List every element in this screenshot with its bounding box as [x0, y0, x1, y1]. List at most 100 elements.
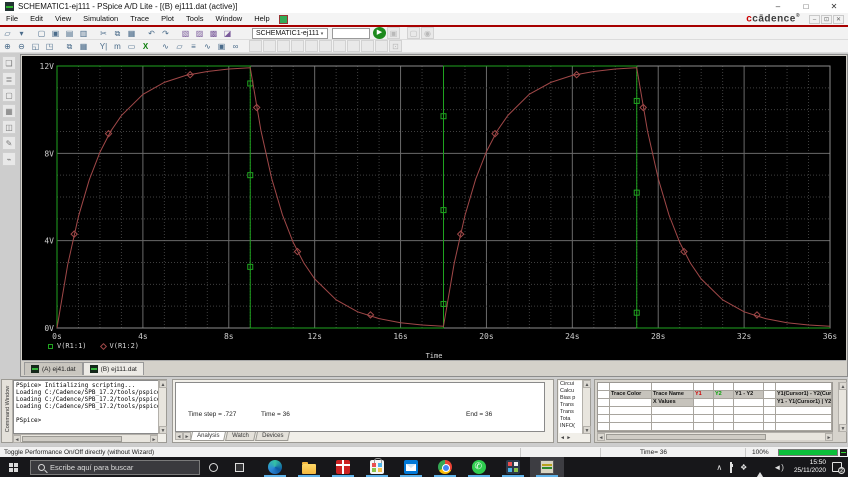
window-icon[interactable]: ◫ — [2, 120, 16, 134]
chrome-taskbar-button[interactable] — [428, 457, 462, 477]
legend-V(R1:2)[interactable]: V(R1:2) — [101, 342, 140, 350]
undo-button[interactable]: ↶ — [145, 27, 158, 39]
probe-icon[interactable]: ⌁ — [2, 152, 16, 166]
infinity-button[interactable]: ∞ — [229, 40, 242, 52]
plot-window-button[interactable]: ▭ — [125, 40, 138, 52]
export-excel-button[interactable]: X — [139, 40, 152, 52]
child-minimize-button[interactable]: – — [809, 15, 820, 24]
message-vscrollbar[interactable]: ▲▼ — [582, 380, 590, 434]
menu-edit[interactable]: Edit — [24, 13, 49, 25]
new-file-button[interactable]: ▱ — [1, 27, 14, 39]
simulation-message-list[interactable]: CircuiCalcuBias pTransTransTotaINFO( — [559, 381, 583, 433]
menu-plot[interactable]: Plot — [155, 13, 180, 25]
save-button[interactable]: ▤ — [63, 27, 76, 39]
page-icon[interactable]: ▢ — [2, 88, 16, 102]
cursor-hscrollbar[interactable]: ◄► — [597, 432, 833, 440]
notification-center-icon[interactable]: 2 — [832, 462, 842, 472]
cursor-peak-button[interactable] — [263, 40, 276, 52]
legend-V(R1:1)[interactable]: V(R1:1) — [48, 342, 87, 350]
doc-tab--B-ej111-dat[interactable]: (B) ej111.dat — [83, 362, 144, 375]
simulation-queue-button[interactable]: ◪ — [221, 27, 234, 39]
open-file-button[interactable]: ▢ — [35, 27, 48, 39]
command-log[interactable]: PSpice> Initializing scripting...Loading… — [13, 380, 159, 434]
menu-file[interactable]: File — [0, 13, 24, 25]
redo-button[interactable]: ↷ — [159, 27, 172, 39]
mark-label-button[interactable] — [375, 40, 388, 52]
measurement-list-button[interactable]: ≡ — [187, 40, 200, 52]
start-button[interactable] — [0, 457, 26, 477]
zoom-out-button[interactable]: ⊖ — [15, 40, 28, 52]
mail-taskbar-button[interactable] — [394, 457, 428, 477]
cursor-min-button[interactable] — [305, 40, 318, 52]
plot-area[interactable]: 0V4V8V12V0s4s8s12s16s20s24s28s32s36s V(R… — [22, 56, 846, 361]
label-options-button[interactable]: ⊡ — [389, 40, 402, 52]
edge-taskbar-button[interactable] — [258, 457, 292, 477]
cortana-button[interactable] — [200, 457, 226, 477]
microsoft-store-taskbar-button[interactable] — [360, 457, 394, 477]
battery-icon[interactable] — [730, 463, 732, 472]
wifi-icon[interactable] — [755, 463, 765, 472]
cursor-toggle-button[interactable] — [249, 40, 262, 52]
taskbar-search[interactable] — [30, 460, 200, 475]
cursor-next-button[interactable] — [361, 40, 374, 52]
tab-devices[interactable]: Devices — [255, 432, 290, 441]
zoom-area-button[interactable]: ◱ — [29, 40, 42, 52]
mark-data-points-button[interactable]: m — [111, 40, 124, 52]
run-simulation-button[interactable]: ▶ — [373, 27, 386, 39]
child-restore-button[interactable]: ⊡ — [821, 15, 832, 24]
script-icon[interactable]: ≣ — [2, 72, 16, 86]
taskbar-clock[interactable]: 15:50 25/11/2020 — [794, 459, 826, 475]
edit-plot-button[interactable]: ∿ — [201, 40, 214, 52]
search-input[interactable] — [50, 463, 180, 472]
new-dropdown-button[interactable]: ▾ — [15, 27, 28, 39]
tabs-left-arrow[interactable]: ◄ — [175, 432, 183, 440]
menu-help[interactable]: Help — [248, 13, 275, 25]
pause-button[interactable]: ▣ — [387, 27, 400, 39]
view-netlist-button[interactable]: ▧ — [179, 27, 192, 39]
schematic-combo[interactable]: SCHEMATIC1-ej111▾ — [252, 28, 328, 39]
cursor-point-button[interactable] — [333, 40, 346, 52]
close-button[interactable]: ✕ — [820, 0, 848, 13]
copy-traces-button[interactable]: ⧉ — [63, 40, 76, 52]
print-button[interactable]: ▥ — [77, 27, 90, 39]
cursor-trough-button[interactable] — [277, 40, 290, 52]
tray-chevron-icon[interactable]: ∧ — [716, 463, 722, 472]
stop-button[interactable]: ◉ — [421, 27, 434, 39]
eval-measurement-button[interactable]: ▱ — [173, 40, 186, 52]
document-menu-icon[interactable] — [279, 15, 288, 24]
pspice-taskbar-button[interactable] — [530, 457, 564, 477]
edit-icon[interactable]: ✎ — [2, 136, 16, 150]
whatsapp-taskbar-button[interactable] — [462, 457, 496, 477]
cursor-slope-button[interactable] — [291, 40, 304, 52]
orcad-capture-taskbar-button[interactable] — [496, 457, 530, 477]
comment-icon[interactable]: ❑ — [2, 56, 16, 70]
minimize-button[interactable]: – — [764, 0, 792, 13]
menu-simulation[interactable]: Simulation — [77, 13, 124, 25]
menu-view[interactable]: View — [49, 13, 77, 25]
child-close-button[interactable]: ✕ — [833, 15, 844, 24]
command-hscrollbar[interactable]: ◄► — [13, 434, 158, 442]
menu-window[interactable]: Window — [210, 13, 249, 25]
copy-button[interactable]: ⧉ — [111, 27, 124, 39]
zoom-in-button[interactable]: ⊕ — [1, 40, 14, 52]
file-explorer-taskbar-button[interactable] — [292, 457, 326, 477]
tab-analysis[interactable]: Analysis — [190, 432, 226, 441]
paste-button[interactable]: ▦ — [125, 27, 138, 39]
paste-traces-button[interactable]: ▦ — [77, 40, 90, 52]
view-results-button[interactable]: ▩ — [207, 27, 220, 39]
volume-icon[interactable]: ◄) — [773, 463, 784, 472]
menu-trace[interactable]: Trace — [124, 13, 155, 25]
display-control-button[interactable]: ▣ — [215, 40, 228, 52]
cursor-max-button[interactable] — [319, 40, 332, 52]
tab-watch[interactable]: Watch — [225, 432, 256, 441]
message-hnav[interactable]: ◄ ► — [560, 435, 571, 441]
maximize-button[interactable]: □ — [792, 0, 820, 13]
cursor-search-button[interactable] — [347, 40, 360, 52]
gift-app-taskbar-button[interactable] — [326, 457, 360, 477]
doc-tab--A-ej41-dat[interactable]: (A) ej41.dat — [24, 362, 83, 375]
save-as-button[interactable]: ▣ — [49, 27, 62, 39]
command-vscrollbar[interactable]: ▲▼ — [158, 380, 166, 434]
profile-combo[interactable] — [332, 28, 370, 39]
cursor-vscrollbar[interactable]: ▲▼ — [838, 382, 846, 432]
view-output-button[interactable]: ▢ — [407, 27, 420, 39]
